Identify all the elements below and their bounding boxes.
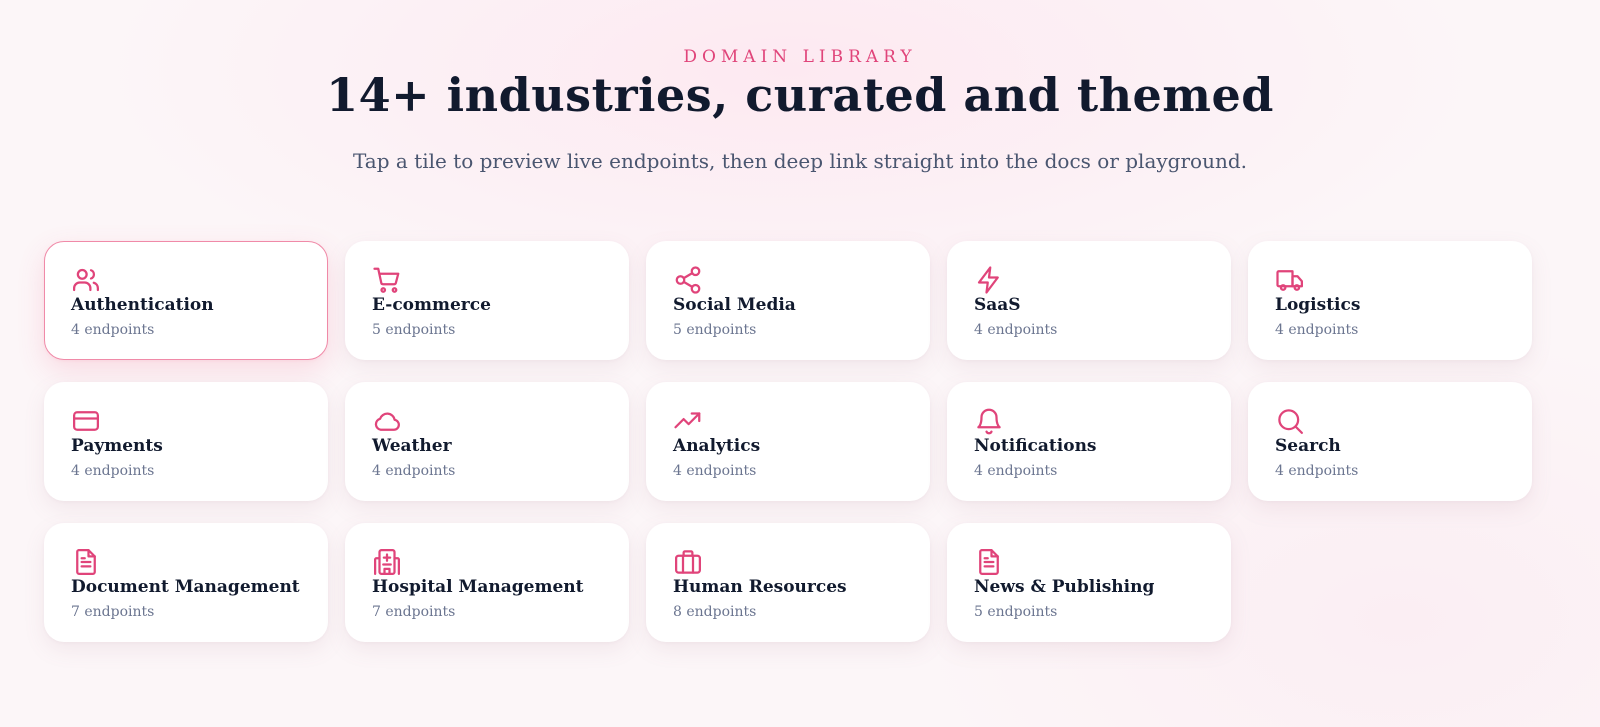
cart-icon (372, 265, 402, 295)
domain-tile-search[interactable]: Search 4 endpoints (1248, 382, 1532, 501)
domain-tile-hospital-management[interactable]: Hospital Management 7 endpoints (345, 523, 629, 642)
domain-tile-count: 7 endpoints (372, 604, 456, 620)
domain-tile-name: SaaS (974, 295, 1021, 315)
briefcase-icon (673, 547, 703, 577)
domain-tile-count: 7 endpoints (71, 604, 155, 620)
domain-tile-weather[interactable]: Weather 4 endpoints (345, 382, 629, 501)
domain-tile-name: Authentication (71, 295, 214, 315)
domain-tile-count: 4 endpoints (71, 322, 155, 338)
domain-tile-logistics[interactable]: Logistics 4 endpoints (1248, 241, 1532, 360)
users-icon (71, 265, 101, 295)
domain-tile-count: 4 endpoints (1275, 322, 1359, 338)
domain-tile-human-resources[interactable]: Human Resources 8 endpoints (646, 523, 930, 642)
bell-icon (974, 406, 1004, 436)
domain-grid: Authentication 4 endpoints E-commerce 5 … (44, 241, 1562, 642)
newspaper-icon (974, 547, 1004, 577)
domain-tile-name: Social Media (673, 295, 796, 315)
domain-tile-count: 4 endpoints (974, 463, 1058, 479)
domain-tile-name: Weather (372, 436, 452, 456)
domain-tile-notifications[interactable]: Notifications 4 endpoints (947, 382, 1231, 501)
domain-tile-name: News & Publishing (974, 577, 1155, 597)
domain-tile-name: Hospital Management (372, 577, 584, 597)
domain-tile-count: 5 endpoints (974, 604, 1058, 620)
domain-tile-name: Logistics (1275, 295, 1361, 315)
document-icon (71, 547, 101, 577)
truck-icon (1275, 265, 1305, 295)
domain-tile-count: 8 endpoints (673, 604, 757, 620)
domain-tile-count: 4 endpoints (71, 463, 155, 479)
domain-tile-social-media[interactable]: Social Media 5 endpoints (646, 241, 930, 360)
domain-tile-name: Analytics (673, 436, 761, 456)
domain-tile-news-publishing[interactable]: News & Publishing 5 endpoints (947, 523, 1231, 642)
trending-up-icon (673, 406, 703, 436)
section-subtitle: Tap a tile to preview live endpoints, th… (353, 149, 1247, 173)
search-icon (1275, 406, 1305, 436)
domain-tile-count: 5 endpoints (372, 322, 456, 338)
domain-tile-document-management[interactable]: Document Management 7 endpoints (44, 523, 328, 642)
section-title: 14+ industries, curated and themed (326, 68, 1274, 122)
domain-tile-payments[interactable]: Payments 4 endpoints (44, 382, 328, 501)
lightning-icon (974, 265, 1004, 295)
credit-card-icon (71, 406, 101, 436)
domain-tile-name: Notifications (974, 436, 1097, 456)
domain-tile-count: 4 endpoints (372, 463, 456, 479)
share-icon (673, 265, 703, 295)
domain-tile-count: 4 endpoints (1275, 463, 1359, 479)
domain-tile-name: E-commerce (372, 295, 491, 315)
domain-tile-name: Document Management (71, 577, 300, 597)
domain-tile-count: 5 endpoints (673, 322, 757, 338)
domain-tile-count: 4 endpoints (974, 322, 1058, 338)
section-eyebrow: DOMAIN LIBRARY (683, 47, 917, 67)
domain-tile-analytics[interactable]: Analytics 4 endpoints (646, 382, 930, 501)
domain-tile-name: Payments (71, 436, 163, 456)
domain-tile-count: 4 endpoints (673, 463, 757, 479)
hospital-icon (372, 547, 402, 577)
domain-tile-authentication[interactable]: Authentication 4 endpoints (44, 241, 328, 360)
domain-tile-e-commerce[interactable]: E-commerce 5 endpoints (345, 241, 629, 360)
cloud-icon (372, 406, 402, 436)
domain-tile-name: Human Resources (673, 577, 847, 597)
domain-tile-name: Search (1275, 436, 1341, 456)
domain-tile-saas[interactable]: SaaS 4 endpoints (947, 241, 1231, 360)
